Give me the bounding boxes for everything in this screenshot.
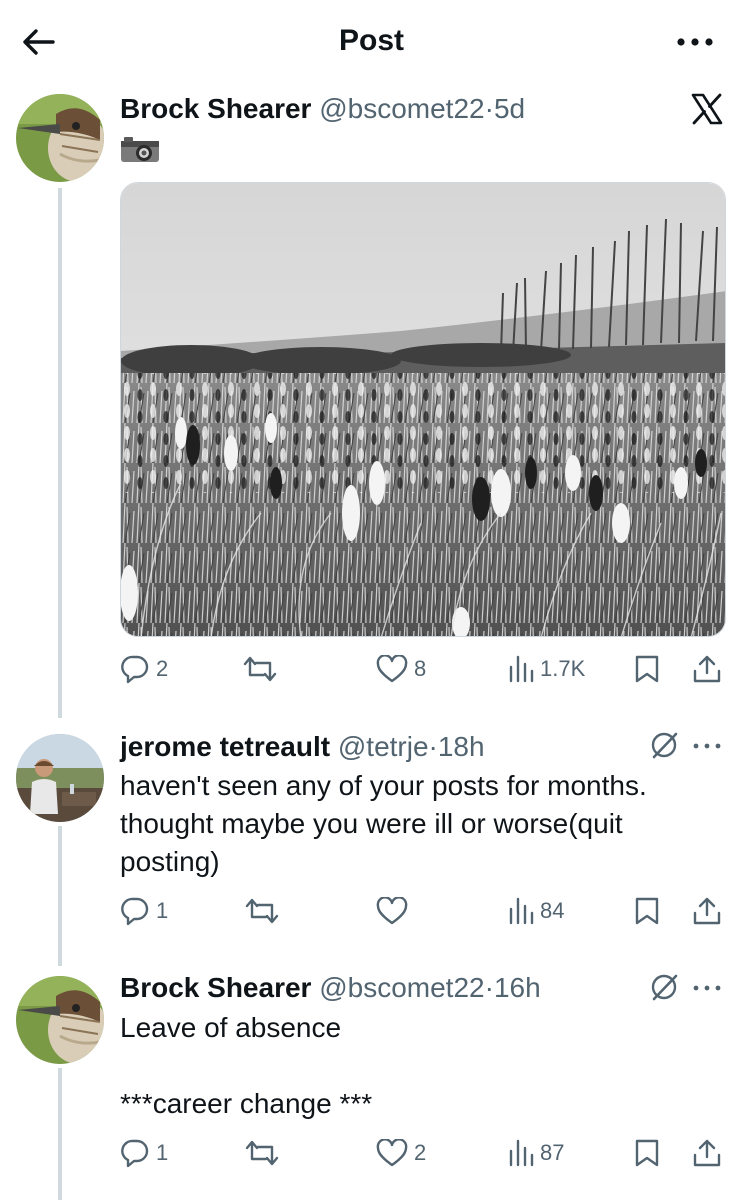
post-actions: 2 8 1.7K [120, 647, 730, 691]
view-count: 1.7K [540, 656, 586, 681]
thread-line [58, 1068, 62, 1200]
views-button[interactable]: 84 [508, 889, 564, 933]
repost-icon [243, 656, 277, 682]
share-icon [693, 897, 721, 925]
more-options-button[interactable] [673, 22, 717, 62]
repost-button[interactable] [244, 1131, 286, 1175]
reply-button[interactable]: 1 [120, 889, 168, 933]
repost-icon [245, 898, 279, 924]
avatar[interactable] [16, 734, 104, 822]
view-count: 84 [540, 898, 565, 923]
repost-button[interactable] [242, 647, 284, 691]
like-icon [376, 1139, 408, 1167]
post-actions: 1 84 [120, 889, 730, 933]
post-time[interactable]: 16h [494, 972, 541, 1003]
like-button[interactable] [376, 889, 414, 933]
more-icon [677, 38, 713, 46]
bookmark-icon [635, 1139, 659, 1167]
post-text: 📷 [320, 140, 325, 145]
thread-line [58, 826, 62, 966]
separator-dot: · [428, 731, 438, 762]
share-icon [693, 655, 721, 683]
reply-count: 2 [156, 656, 169, 681]
reply-button[interactable]: 2 [120, 647, 168, 691]
views-icon [509, 655, 534, 683]
author-handle[interactable]: @bscomet22 [319, 93, 484, 124]
views-icon [509, 897, 534, 925]
views-button[interactable]: 87 [508, 1131, 564, 1175]
post-header: Brock Shearer @bscomet22·5d [120, 92, 525, 126]
reply-icon [121, 1139, 149, 1168]
camera-icon [121, 137, 159, 162]
bookmark-button[interactable] [634, 889, 660, 933]
top-bar: Post [0, 0, 743, 82]
reply-text: Leave of absence ***career change *** [120, 1012, 373, 1119]
reply-icon [121, 897, 149, 926]
author-handle[interactable]: @tetrje [338, 731, 429, 762]
post-header: Brock Shearer @bscomet22·16h [120, 971, 541, 1005]
views-icon [509, 1139, 534, 1167]
reply-count: 1 [156, 898, 169, 923]
author-name[interactable]: Brock Shearer [120, 972, 311, 1003]
reply-button[interactable]: 1 [120, 1131, 168, 1175]
share-button[interactable] [692, 647, 722, 691]
share-icon [693, 1139, 721, 1167]
post-time[interactable]: 5d [494, 93, 525, 124]
post-header: jerome tetreault @tetrje·18h [120, 730, 485, 764]
bookmark-button[interactable] [634, 1131, 660, 1175]
post-time[interactable]: 18h [438, 731, 485, 762]
avatar[interactable] [16, 94, 104, 182]
page-title: Post [338, 24, 404, 57]
share-button[interactable] [692, 889, 722, 933]
reply-count: 1 [156, 1140, 169, 1165]
share-button[interactable] [692, 1131, 722, 1175]
like-icon [376, 655, 408, 683]
view-count: 87 [540, 1140, 565, 1165]
post-image[interactable] [120, 182, 726, 637]
bookmark-button[interactable] [634, 647, 660, 691]
repost-button[interactable] [244, 889, 286, 933]
grok-icon[interactable] [650, 730, 680, 760]
bookmark-icon [635, 655, 659, 683]
avatar[interactable] [16, 976, 104, 1064]
author-name[interactable]: jerome tetreault [120, 731, 330, 762]
bookmark-icon [635, 897, 659, 925]
like-count: 2 [414, 1140, 427, 1165]
reply-icon [121, 655, 149, 684]
separator-dot: · [484, 93, 494, 124]
like-button[interactable]: 8 [376, 647, 426, 691]
like-count: 8 [414, 656, 427, 681]
thread-line [58, 188, 62, 718]
reply-text: haven't seen any of your posts for month… [120, 770, 655, 877]
like-icon [376, 897, 408, 925]
x-logo-icon [691, 93, 723, 125]
author-handle[interactable]: @bscomet22 [319, 972, 484, 1003]
more-icon[interactable] [692, 736, 722, 756]
post-actions: 1 2 87 [120, 1131, 730, 1175]
like-button[interactable]: 2 [376, 1131, 426, 1175]
separator-dot: · [484, 972, 494, 1003]
more-icon[interactable] [692, 978, 722, 998]
views-button[interactable]: 1.7K [508, 647, 585, 691]
author-name[interactable]: Brock Shearer [120, 93, 311, 124]
grok-icon[interactable] [650, 972, 680, 1002]
repost-icon [245, 1140, 279, 1166]
